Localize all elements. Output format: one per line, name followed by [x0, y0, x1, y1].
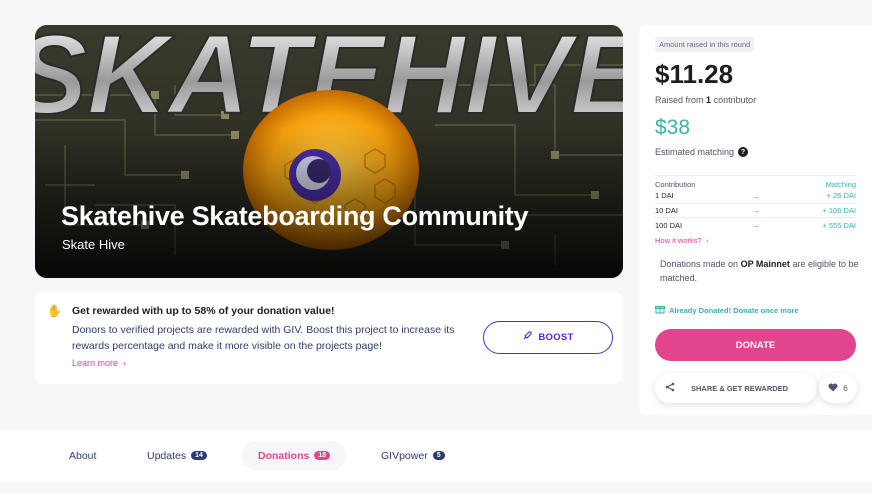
- share-icon: [665, 382, 675, 395]
- reward-card: ✋ Get rewarded with up to 58% of your do…: [35, 292, 623, 384]
- project-title: Skatehive Skateboarding Community: [61, 201, 529, 231]
- how-it-works-link[interactable]: How it works? ›: [655, 236, 856, 245]
- matching-amount: $38: [655, 116, 691, 139]
- arrow-right-icon: →: [751, 205, 760, 216]
- table-row: 100 DAI → + 555 DAI: [655, 220, 856, 231]
- reward-description: Donors to verified projects are rewarded…: [72, 324, 455, 352]
- donation-panel: Amount raised in this round $11.28 Raise…: [639, 25, 872, 415]
- gift-icon: [655, 304, 665, 316]
- project-banner: SKATEHIVE Skatehive Skateboarding Commun…: [35, 25, 623, 278]
- help-icon[interactable]: ?: [738, 147, 749, 157]
- count-badge: 18: [314, 451, 331, 460]
- heart-icon: [828, 383, 838, 394]
- tab-donations[interactable]: Donations 18: [242, 441, 347, 470]
- network-eligibility-note: Donations made on OP Mainnet are eligibl…: [660, 259, 859, 283]
- boost-button[interactable]: BOOST: [483, 321, 613, 354]
- tab-updates[interactable]: Updates 14: [147, 441, 207, 470]
- matching-table: Contribution Matching 1 DAI → + 26 DAI 1…: [655, 175, 856, 245]
- project-owner[interactable]: Skate Hive: [62, 237, 125, 252]
- table-header: Contribution Matching: [655, 180, 856, 189]
- share-button[interactable]: SHARE & GET REWARDED: [655, 373, 817, 403]
- already-donated-note: Already Donated! Donate once more: [655, 304, 799, 316]
- table-row: 1 DAI → + 26 DAI: [655, 189, 856, 204]
- like-button[interactable]: 6: [819, 373, 857, 403]
- arrow-right-icon: →: [751, 220, 760, 231]
- estimated-matching: Estimated matching ?: [655, 147, 749, 157]
- count-badge: 5: [432, 451, 445, 460]
- rocket-icon: [522, 331, 532, 344]
- amount-raised: $11.28: [655, 59, 734, 89]
- count-badge: 14: [191, 451, 207, 460]
- arrow-right-icon: →: [751, 190, 760, 201]
- chevron-right-icon: ›: [120, 358, 127, 368]
- tab-about[interactable]: About: [69, 441, 96, 470]
- like-count: 6: [843, 383, 848, 393]
- table-row: 10 DAI → + 106 DAI: [655, 204, 856, 218]
- reward-title: Get rewarded with up to 58% of your dona…: [72, 305, 335, 317]
- project-tabs: About Updates 14 Donations 18 GIVpower 5: [0, 431, 872, 481]
- chevron-right-icon: ›: [703, 235, 709, 245]
- donate-button[interactable]: DONATE: [655, 329, 856, 361]
- round-badge: Amount raised in this round: [655, 37, 755, 52]
- raised-from: Raised from 1 contributor: [655, 95, 757, 105]
- learn-more-link[interactable]: Learn more ›: [72, 358, 126, 368]
- tab-givpower[interactable]: GIVpower 5: [381, 441, 445, 470]
- hand-icon: ✋: [47, 304, 62, 318]
